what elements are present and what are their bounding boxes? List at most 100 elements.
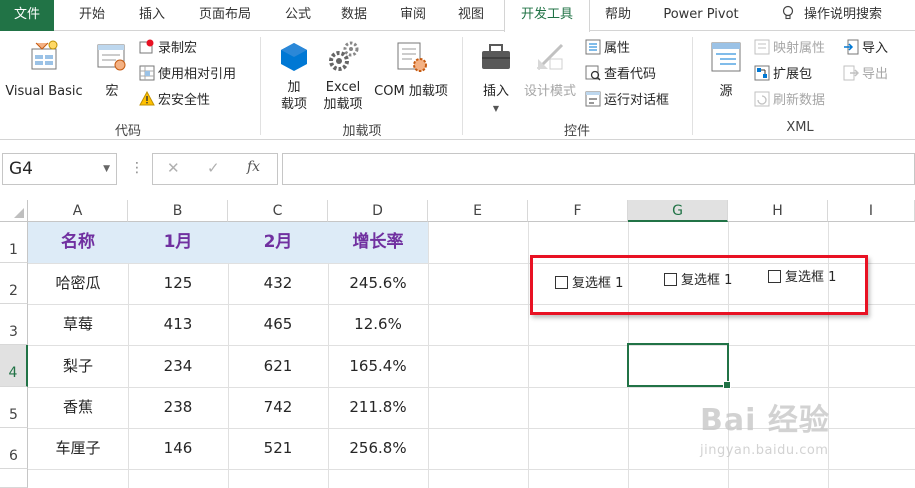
properties-button[interactable]: 属性 [585, 38, 630, 60]
ribbon-tab-bar: 文件 开始 插入 页面布局 公式 数据 审阅 视图 开发工具 帮助 Power … [0, 0, 915, 32]
table-cell[interactable]: 12.6% [328, 304, 428, 345]
design-mode-button[interactable]: 设计模式 [520, 39, 580, 100]
table-cell[interactable]: 哈密瓜 [28, 263, 128, 304]
enter-icon[interactable]: ✓ [207, 159, 220, 177]
row-header-7[interactable] [0, 469, 28, 488]
row-header-1[interactable]: 1 [0, 222, 28, 263]
map-properties-label: 映射属性 [773, 41, 826, 56]
table-cell[interactable]: 621 [228, 346, 328, 387]
macros-label: 宏 [105, 84, 119, 99]
macros-icon [94, 39, 130, 75]
table-cell[interactable]: 草莓 [28, 304, 128, 345]
table-cell[interactable]: 165.4% [328, 346, 428, 387]
table-cell[interactable]: 234 [128, 346, 228, 387]
xml-source-button[interactable]: 源 [706, 39, 746, 100]
table-cell[interactable]: 432 [228, 263, 328, 304]
column-header-c[interactable]: C [228, 200, 328, 222]
insert-function-icon[interactable]: fx [247, 159, 260, 175]
xml-import-button[interactable]: 导入 [843, 38, 888, 60]
table-cell[interactable]: 梨子 [28, 346, 128, 387]
table-cell[interactable]: 238 [128, 387, 228, 428]
more-options-icon[interactable]: ⋮ [130, 160, 144, 176]
table-cell[interactable]: 211.8% [328, 387, 428, 428]
table-cell[interactable]: 146 [128, 428, 228, 469]
map-properties-button[interactable]: 映射属性 [754, 38, 825, 60]
group-label-code: 代码 [114, 124, 141, 139]
column-header-i[interactable]: I [828, 200, 915, 222]
row-header-3[interactable]: 3 [0, 304, 28, 345]
run-dialog-icon [585, 91, 601, 107]
cancel-icon[interactable]: ✕ [167, 159, 180, 177]
insert-control-label: 插入 [482, 84, 509, 99]
name-box[interactable]: G4 ▼ [2, 153, 117, 185]
tell-me-search[interactable]: 操作说明搜索 [772, 0, 892, 31]
tab-insert[interactable]: 插入 [128, 0, 176, 31]
row-header-2[interactable]: 2 [0, 263, 28, 304]
column-header-d[interactable]: D [328, 200, 428, 222]
table-cell[interactable]: 465 [228, 304, 328, 345]
column-header-a[interactable]: A [28, 200, 128, 222]
use-relative-references-button[interactable]: 使用相对引用 [139, 64, 236, 86]
expansion-packs-button[interactable]: 扩展包 [754, 64, 812, 86]
insert-control-button[interactable]: 插入 ▼ [474, 39, 518, 117]
table-header-cell[interactable]: 名称 [28, 222, 128, 263]
tab-data[interactable]: 数据 [330, 0, 378, 31]
active-cell-g4[interactable] [627, 343, 731, 389]
refresh-data-label: 刷新数据 [773, 93, 826, 108]
refresh-data-button[interactable]: 刷新数据 [754, 90, 825, 112]
tab-home[interactable]: 开始 [68, 0, 116, 31]
select-all-button[interactable] [0, 200, 28, 222]
macros-button[interactable]: 宏 [92, 39, 132, 100]
table-header-cell[interactable]: 增长率 [328, 222, 428, 263]
column-header-e[interactable]: E [428, 200, 528, 222]
table-cell[interactable]: 车厘子 [28, 428, 128, 469]
table-cell[interactable]: 香蕉 [28, 387, 128, 428]
tab-view[interactable]: 视图 [447, 0, 495, 31]
excel-addins-button[interactable]: Excel 加载项 [320, 39, 366, 113]
table-cell[interactable]: 742 [228, 387, 328, 428]
run-dialog-button[interactable]: 运行对话框 [585, 90, 669, 112]
table-cell[interactable]: 413 [128, 304, 228, 345]
addins-button[interactable]: 加 载项 [272, 39, 316, 113]
tab-developer[interactable]: 开发工具 [504, 0, 590, 32]
warning-icon [139, 90, 155, 107]
com-addins-button[interactable]: COM 加载项 [368, 39, 454, 100]
table-cell[interactable]: 256.8% [328, 428, 428, 469]
macro-security-button[interactable]: 宏安全性 [139, 90, 210, 112]
view-code-button[interactable]: 查看代码 [585, 64, 656, 86]
group-label-xml: XML [786, 120, 814, 135]
tab-help[interactable]: 帮助 [594, 0, 642, 31]
table-header-cell[interactable]: 2月 [228, 222, 328, 263]
import-icon [843, 39, 859, 55]
xml-export-button[interactable]: 导出 [843, 64, 888, 86]
tab-file[interactable]: 文件 [0, 0, 54, 31]
record-macro-button[interactable]: 录制宏 [139, 38, 197, 60]
row-header-4[interactable]: 4 [0, 345, 28, 387]
table-cell[interactable]: 125 [128, 263, 228, 304]
column-header-b[interactable]: B [128, 200, 228, 222]
column-header-f[interactable]: F [528, 200, 628, 222]
table-cell[interactable]: 245.6% [328, 263, 428, 304]
column-header-h[interactable]: H [728, 200, 828, 222]
watermark-main: Bai 经验 [700, 403, 830, 438]
tab-review[interactable]: 审阅 [389, 0, 437, 31]
table-header-cell[interactable]: 1月 [128, 222, 228, 263]
row-header-5[interactable]: 5 [0, 387, 28, 428]
map-properties-icon [754, 39, 770, 55]
visual-basic-button[interactable]: Visual Basic [4, 39, 84, 100]
group-separator [462, 37, 463, 135]
row-header-6[interactable]: 6 [0, 428, 28, 469]
gridline [428, 222, 429, 488]
tab-power-pivot[interactable]: Power Pivot [652, 0, 750, 31]
record-macro-icon [139, 39, 155, 55]
tell-me-label: 操作说明搜索 [803, 7, 882, 22]
formula-input[interactable] [282, 153, 915, 185]
baidu-watermark: Bai 经验 jingyan.baidu.com [700, 395, 900, 475]
properties-label: 属性 [604, 41, 631, 56]
tab-formulas[interactable]: 公式 [274, 0, 322, 31]
column-header-g[interactable]: G [628, 200, 728, 222]
excel-addins-label: Excel 加载项 [323, 80, 363, 112]
tab-page-layout[interactable]: 页面布局 [188, 0, 262, 31]
chevron-down-icon[interactable]: ▼ [103, 154, 110, 184]
table-cell[interactable]: 521 [228, 428, 328, 469]
